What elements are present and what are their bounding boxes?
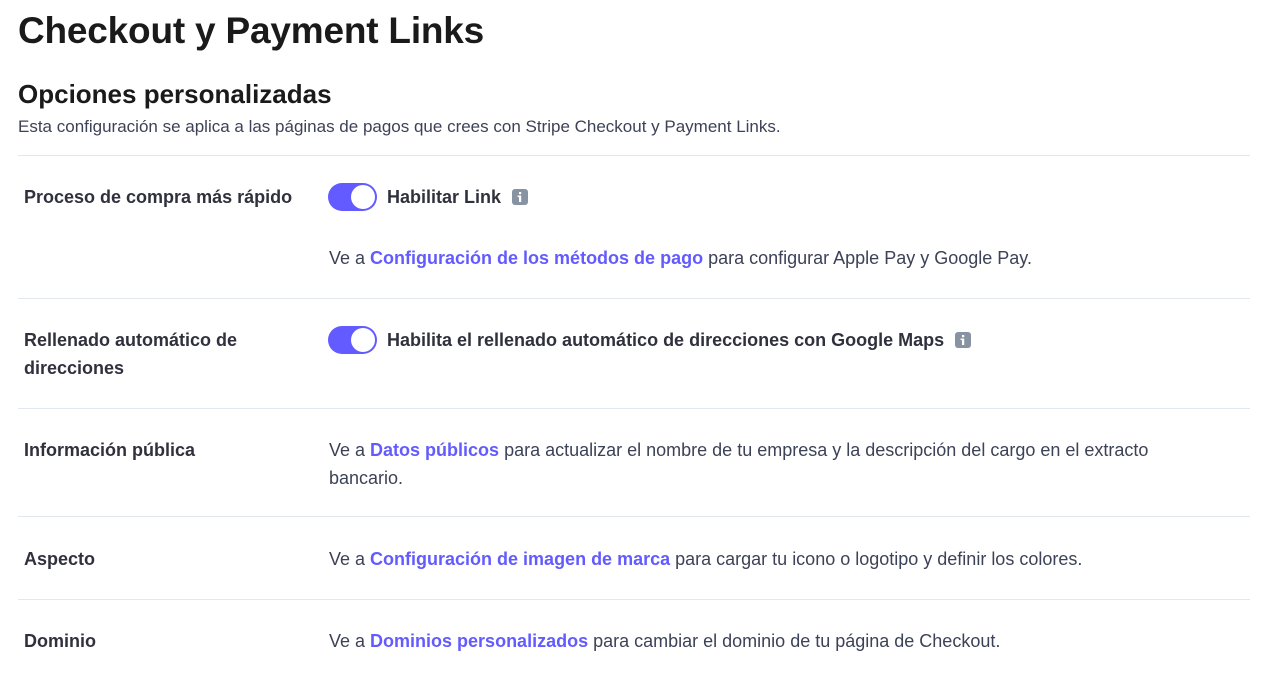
toggle-knob bbox=[351, 328, 375, 352]
domain-note: Ve a Dominios personalizados para cambia… bbox=[329, 627, 1229, 655]
payment-methods-note: Ve a Configuración de los métodos de pag… bbox=[329, 244, 1229, 272]
row-label-domain: Dominio bbox=[24, 631, 96, 651]
page-title: Checkout y Payment Links bbox=[18, 10, 485, 51]
payment-methods-settings-link[interactable]: Configuración de los métodos de pago bbox=[370, 248, 703, 268]
enable-link-label: Habilitar Link bbox=[387, 186, 502, 207]
note-suffix: para configurar Apple Pay y Google Pay. bbox=[703, 248, 1032, 268]
row-label-fast-checkout: Proceso de compra más rápido bbox=[24, 187, 293, 207]
row-label-public-info: Información pública bbox=[24, 440, 196, 460]
note-suffix: para cambiar el dominio de tu página de … bbox=[588, 631, 1001, 651]
checkout-settings-page: Checkout y Payment Links Opciones person… bbox=[0, 0, 1280, 695]
row-label-appearance: Aspecto bbox=[24, 549, 96, 569]
section-title: Opciones personalizadas bbox=[18, 79, 332, 109]
info-icon[interactable] bbox=[955, 332, 972, 348]
note-prefix: Ve a bbox=[329, 440, 371, 460]
note-prefix: Ve a bbox=[329, 549, 371, 569]
row-label-address-autofill: Rellenado automático de direcciones bbox=[24, 330, 238, 378]
divider bbox=[18, 155, 1250, 156]
branding-settings-link[interactable]: Configuración de imagen de marca bbox=[370, 549, 670, 569]
section-description: Esta configuración se aplica a las págin… bbox=[18, 117, 781, 136]
divider bbox=[18, 599, 1250, 600]
divider bbox=[18, 298, 1250, 299]
address-autofill-toggle-row: Habilita el rellenado automático de dire… bbox=[328, 325, 972, 355]
note-suffix: para cargar tu icono o logotipo y defini… bbox=[670, 549, 1083, 569]
divider bbox=[18, 408, 1250, 409]
info-icon[interactable] bbox=[512, 189, 529, 205]
toggle-knob bbox=[351, 185, 375, 209]
appearance-note: Ve a Configuración de imagen de marca pa… bbox=[329, 545, 1229, 573]
note-prefix: Ve a bbox=[329, 248, 371, 268]
enable-link-toggle[interactable] bbox=[328, 183, 377, 211]
public-info-note: Ve a Datos públicos para actualizar el n… bbox=[329, 436, 1209, 492]
custom-domains-link[interactable]: Dominios personalizados bbox=[370, 631, 588, 651]
divider bbox=[18, 516, 1250, 517]
link-toggle-row: Habilitar Link bbox=[328, 182, 529, 212]
address-autofill-toggle[interactable] bbox=[328, 326, 377, 354]
public-details-link[interactable]: Datos públicos bbox=[370, 440, 499, 460]
note-prefix: Ve a bbox=[329, 631, 371, 651]
address-autofill-label: Habilita el rellenado automático de dire… bbox=[387, 329, 945, 350]
